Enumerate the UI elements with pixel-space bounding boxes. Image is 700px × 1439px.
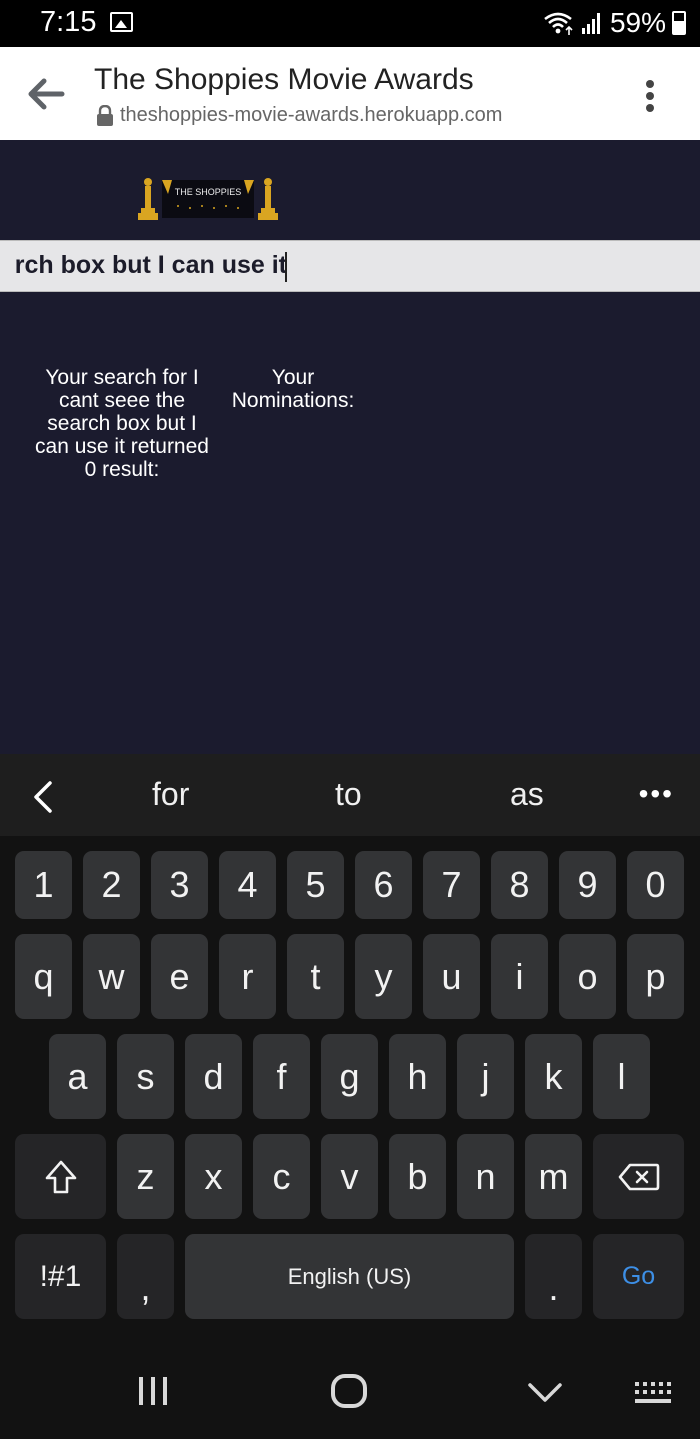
system-nav-bar <box>0 1335 700 1439</box>
period-key[interactable]: . <box>525 1234 582 1319</box>
backspace-icon <box>618 1163 659 1190</box>
image-notification-icon <box>110 12 133 32</box>
key-g[interactable]: g <box>321 1034 378 1119</box>
key-z[interactable]: z <box>117 1134 174 1219</box>
key-u[interactable]: u <box>423 934 480 1019</box>
comma-key[interactable]: , <box>117 1234 174 1319</box>
key-j[interactable]: j <box>457 1034 514 1119</box>
go-key[interactable]: Go <box>593 1234 684 1319</box>
search-input[interactable]: rch box but I can use it <box>0 240 700 292</box>
web-page: THE SHOPPIES rch box but I can use it Yo… <box>0 140 700 754</box>
key-v[interactable]: v <box>321 1134 378 1219</box>
space-key[interactable]: English (US) <box>185 1234 514 1319</box>
keyboard-switch-icon[interactable] <box>634 1381 676 1407</box>
key-9[interactable]: 9 <box>559 851 616 919</box>
key-k[interactable]: k <box>525 1034 582 1119</box>
key-i[interactable]: i <box>491 934 548 1019</box>
key-o[interactable]: o <box>559 934 616 1019</box>
key-0[interactable]: 0 <box>627 851 684 919</box>
key-q[interactable]: q <box>15 934 72 1019</box>
key-m[interactable]: m <box>525 1134 582 1219</box>
wifi-icon <box>544 12 573 35</box>
shift-icon <box>45 1160 76 1193</box>
key-h[interactable]: h <box>389 1034 446 1119</box>
key-3[interactable]: 3 <box>151 851 208 919</box>
key-c[interactable]: c <box>253 1134 310 1219</box>
nominations-heading: Your Nominations: <box>231 366 355 412</box>
suggestion-bar: for to as ••• <box>0 754 700 836</box>
key-4[interactable]: 4 <box>219 851 276 919</box>
key-t[interactable]: t <box>287 934 344 1019</box>
url-row[interactable]: theshoppies-movie-awards.herokuapp.com <box>96 104 502 127</box>
status-bar: 7:15 59% <box>0 0 700 47</box>
backspace-key[interactable] <box>593 1134 684 1219</box>
recent-apps-icon[interactable] <box>136 1375 170 1407</box>
hide-keyboard-icon[interactable] <box>527 1381 563 1405</box>
text-caret <box>285 252 287 282</box>
battery-percent: 59% <box>609 7 666 38</box>
logo-text: THE SHOPPIES <box>174 187 242 197</box>
suggestion-2[interactable]: to <box>335 776 362 813</box>
key-w[interactable]: w <box>83 934 140 1019</box>
key-6[interactable]: 6 <box>355 851 412 919</box>
lock-icon <box>97 104 113 126</box>
key-r[interactable]: r <box>219 934 276 1019</box>
key-7[interactable]: 7 <box>423 851 480 919</box>
key-2[interactable]: 2 <box>83 851 140 919</box>
signal-icon <box>581 13 600 34</box>
key-d[interactable]: d <box>185 1034 242 1119</box>
key-e[interactable]: e <box>151 934 208 1019</box>
key-b[interactable]: b <box>389 1134 446 1219</box>
key-s[interactable]: s <box>117 1034 174 1119</box>
key-p[interactable]: p <box>627 934 684 1019</box>
status-icons: 59% <box>542 6 686 40</box>
search-result-text: Your search for I cant seee the search b… <box>35 366 209 481</box>
battery-icon <box>672 11 686 35</box>
key-5[interactable]: 5 <box>287 851 344 919</box>
shift-key[interactable] <box>15 1134 106 1219</box>
shoppies-logo <box>138 176 278 224</box>
symbols-key[interactable]: !#1 <box>15 1234 106 1319</box>
key-x[interactable]: x <box>185 1134 242 1219</box>
key-a[interactable]: a <box>49 1034 106 1119</box>
key-8[interactable]: 8 <box>491 851 548 919</box>
key-y[interactable]: y <box>355 934 412 1019</box>
more-suggestions-icon[interactable]: ••• <box>639 778 674 810</box>
status-time: 7:15 <box>40 6 97 38</box>
key-l[interactable]: l <box>593 1034 650 1119</box>
key-f[interactable]: f <box>253 1034 310 1119</box>
home-icon[interactable] <box>330 1373 368 1409</box>
suggestion-3[interactable]: as <box>510 776 544 813</box>
suggestion-1[interactable]: for <box>152 776 189 813</box>
back-arrow-icon[interactable] <box>26 77 66 111</box>
collapse-suggestions-icon[interactable] <box>30 780 56 814</box>
browser-toolbar: The Shoppies Movie Awards theshoppies-mo… <box>0 47 700 140</box>
key-n[interactable]: n <box>457 1134 514 1219</box>
search-input-value: rch box but I can use it <box>14 251 287 279</box>
url-text[interactable]: theshoppies-movie-awards.herokuapp.com <box>120 104 502 127</box>
key-1[interactable]: 1 <box>15 851 72 919</box>
more-options-icon[interactable] <box>640 77 660 113</box>
page-title: The Shoppies Movie Awards <box>94 63 474 96</box>
